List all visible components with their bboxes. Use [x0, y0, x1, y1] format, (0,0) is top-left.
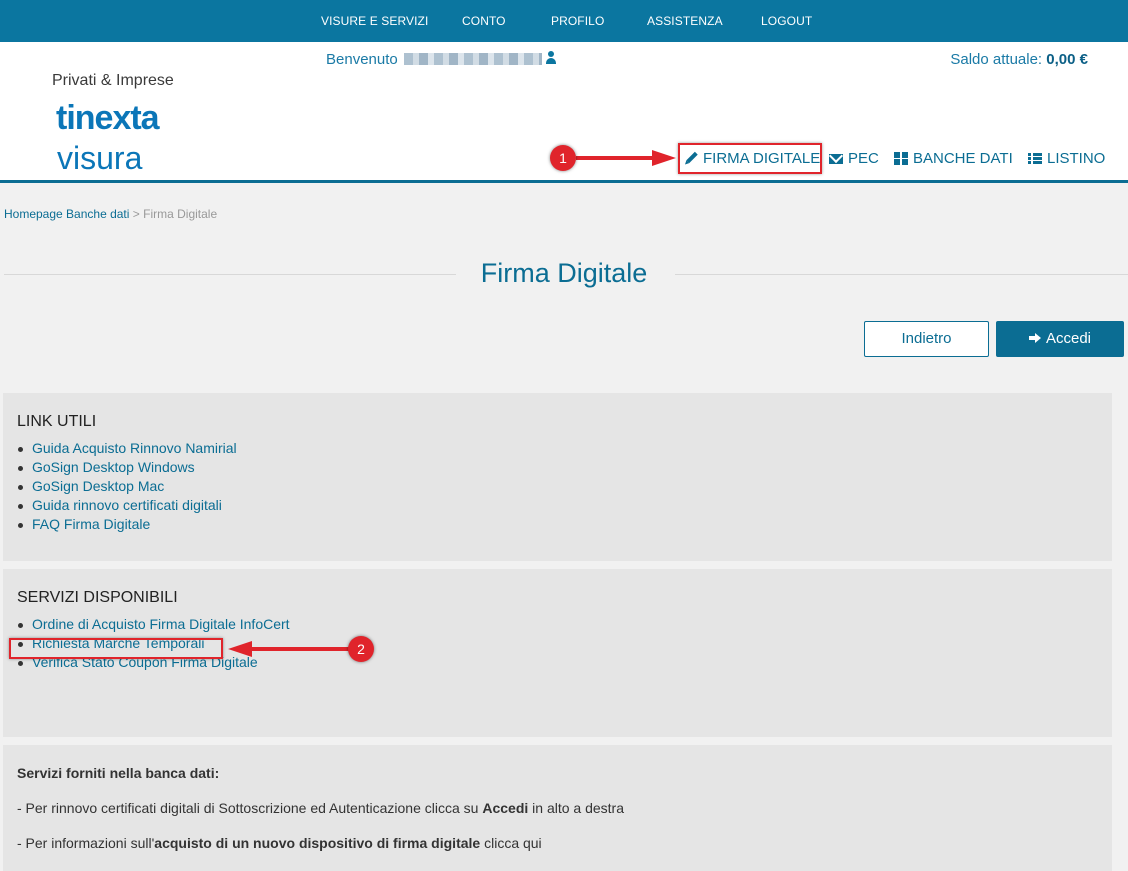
account-balance: Saldo attuale: 0,00 €: [950, 51, 1088, 68]
nav-assistenza[interactable]: ASSISTENZA: [647, 14, 723, 28]
nav-conto[interactable]: CONTO: [462, 14, 506, 28]
link-faq-firma-digitale[interactable]: FAQ Firma Digitale: [17, 515, 1098, 534]
annotation-arrow-1: [576, 156, 656, 160]
info-panel: Servizi forniti nella banca dati: - Per …: [3, 745, 1112, 871]
link-ordine-acquisto-infocert[interactable]: Ordine di Acquisto Firma Digitale InfoCe…: [17, 615, 1098, 634]
link-utili-panel: LINK UTILI Guida Acquisto Rinnovo Namiri…: [3, 393, 1112, 561]
login-button-label: Accedi: [1045, 330, 1092, 347]
link-gosign-desktop-windows[interactable]: GoSign Desktop Windows: [17, 458, 1098, 477]
balance-label: Saldo attuale:: [950, 51, 1043, 68]
annotation-marker-2: 2: [348, 636, 374, 662]
page-title: Firma Digitale: [480, 258, 648, 288]
info-line1-bold: Accedi: [482, 800, 529, 816]
subnav-label: BANCHE DATI: [913, 150, 1013, 167]
sign-in-icon: [1028, 332, 1043, 344]
brand-logo[interactable]: tinexta: [56, 100, 160, 136]
link-utili-title: LINK UTILI: [17, 413, 97, 430]
nav-visure-e-servizi[interactable]: VISURE E SERVIZI: [321, 14, 428, 28]
envelope-icon: [829, 154, 843, 164]
breadcrumb: Homepage Banche dati > Firma Digitale: [4, 207, 217, 221]
annotation-arrow-2: [248, 647, 350, 651]
info-line1-pre: - Per rinnovo certificati digitali di So…: [17, 800, 483, 816]
link-guida-acquisto-rinnovo-namirial[interactable]: Guida Acquisto Rinnovo Namirial: [17, 439, 1098, 458]
info-line-rinnovo: - Per rinnovo certificati digitali di So…: [17, 800, 1098, 816]
servizi-disponibili-title: SERVIZI DISPONIBILI: [17, 589, 178, 606]
info-line2-post[interactable]: clicca qui: [480, 835, 542, 851]
subnav-pec[interactable]: PEC: [829, 150, 879, 167]
nav-logout[interactable]: LOGOUT: [761, 14, 812, 28]
annotation-arrowhead-1: [652, 150, 676, 166]
subnav-banche-dati[interactable]: BANCHE DATI: [894, 150, 1013, 167]
blurred-username: [403, 53, 542, 65]
info-heading-text: Servizi forniti nella banca dati:: [17, 765, 220, 781]
info-line2-bold: acquisto di un nuovo dispositivo di firm…: [154, 835, 481, 851]
brand-name[interactable]: visura: [57, 141, 142, 175]
nav-profilo[interactable]: PROFILO: [551, 14, 604, 28]
highlight-box-marche-temporali: [9, 638, 223, 659]
subnav-listino[interactable]: LISTINO: [1028, 150, 1105, 167]
grid-icon: [894, 152, 908, 165]
info-line-acquisto: - Per informazioni sull'acquisto di un n…: [17, 835, 1098, 851]
user-icon: [545, 51, 557, 65]
top-navigation-bar: VISURE E SERVIZI CONTO PROFILO ASSISTENZ…: [0, 0, 1128, 42]
list-icon: [1028, 152, 1042, 165]
welcome-label: Benvenuto: [326, 51, 398, 68]
back-button[interactable]: Indietro: [864, 321, 989, 357]
link-gosign-desktop-mac[interactable]: GoSign Desktop Mac: [17, 477, 1098, 496]
breadcrumb-home-link[interactable]: Homepage Banche dati: [4, 207, 129, 221]
subnav-label: LISTINO: [1047, 150, 1106, 167]
welcome-message: Benvenuto: [326, 51, 557, 68]
info-line1-post: in alto a destra: [528, 800, 624, 816]
info-heading: Servizi forniti nella banca dati:: [17, 765, 1098, 781]
brand-subtitle: Privati & Imprese: [52, 72, 174, 89]
link-utili-list: Guida Acquisto Rinnovo Namirial GoSign D…: [17, 439, 1098, 534]
info-line2-pre: - Per informazioni sull': [17, 835, 155, 851]
balance-value: 0,00 €: [1046, 51, 1088, 68]
subnav-label: PEC: [848, 150, 879, 167]
breadcrumb-separator: >: [132, 207, 140, 221]
highlight-box-firma-digitale: [678, 143, 822, 174]
annotation-marker-1: 1: [550, 145, 576, 171]
login-button[interactable]: Accedi: [996, 321, 1124, 357]
link-guida-rinnovo-certificati[interactable]: Guida rinnovo certificati digitali: [17, 496, 1098, 515]
breadcrumb-current: Firma Digitale: [143, 207, 218, 221]
